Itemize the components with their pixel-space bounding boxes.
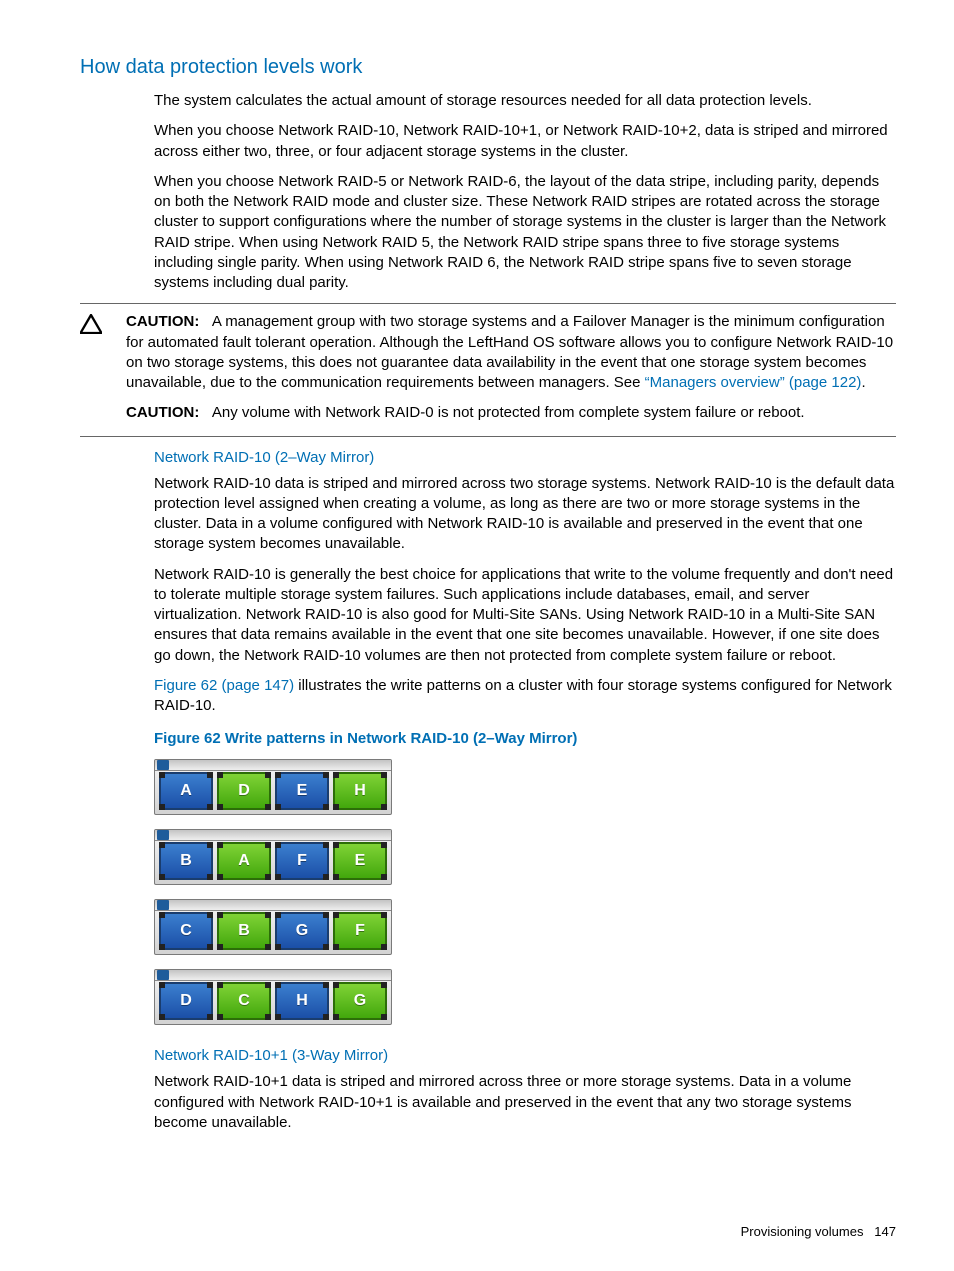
figure-caption: Figure 62 Write patterns in Network RAID…	[154, 730, 896, 747]
drive-bay: E	[275, 772, 329, 810]
drive-label: G	[296, 922, 308, 940]
paragraph: The system calculates the actual amount …	[154, 91, 896, 111]
paragraph: Network RAID-10+1 data is striped and mi…	[154, 1072, 896, 1133]
caution-paragraph: CAUTION: A management group with two sto…	[126, 312, 896, 393]
drive-label: H	[354, 782, 366, 800]
storage-system: BAFE	[154, 829, 392, 885]
drive-bay: B	[159, 842, 213, 880]
drive-bay: H	[333, 772, 387, 810]
drive-bay: A	[159, 772, 213, 810]
caution-paragraph: CAUTION: Any volume with Network RAID-0 …	[126, 403, 896, 423]
storage-system: DCHG	[154, 969, 392, 1025]
section-heading-main: How data protection levels work	[80, 56, 896, 79]
drive-label: D	[238, 782, 250, 800]
caution-link[interactable]: “Managers overview” (page 122)	[645, 374, 862, 391]
drive-bay: D	[159, 982, 213, 1020]
subsection-heading: Network RAID-10 (2–Way Mirror)	[154, 449, 896, 466]
figure-raid10-diagram: A D E H B A F E C B G F D C H G	[154, 759, 390, 1025]
paragraph: Network RAID-10 is generally the best ch…	[154, 565, 896, 666]
storage-system: ADEH	[154, 759, 392, 815]
caution-label: CAUTION:	[126, 313, 199, 330]
drive-label: E	[297, 782, 308, 800]
figure-link[interactable]: Figure 62 (page 147)	[154, 677, 294, 694]
caution-label: CAUTION:	[126, 404, 199, 421]
drive-bay: C	[217, 982, 271, 1020]
drive-bay: H	[275, 982, 329, 1020]
drive-bay: G	[333, 982, 387, 1020]
paragraph: When you choose Network RAID-10, Network…	[154, 121, 896, 162]
drive-bay: F	[333, 912, 387, 950]
paragraph: Network RAID-10 data is striped and mirr…	[154, 474, 896, 555]
caution-text: .	[861, 374, 865, 391]
page-footer: Provisioning volumes 147	[741, 1224, 896, 1239]
drive-label: B	[180, 852, 192, 870]
caution-text: Any volume with Network RAID-0 is not pr…	[212, 404, 805, 421]
drive-label: C	[180, 922, 192, 940]
drive-bay: F	[275, 842, 329, 880]
footer-section: Provisioning volumes	[741, 1224, 864, 1239]
subsection-heading: Network RAID-10+1 (3-Way Mirror)	[154, 1047, 896, 1064]
paragraph: When you choose Network RAID-5 or Networ…	[154, 172, 896, 294]
footer-page-number: 147	[874, 1224, 896, 1239]
drive-label: F	[297, 852, 307, 870]
storage-system: CBGF	[154, 899, 392, 955]
paragraph: Figure 62 (page 147) illustrates the wri…	[154, 676, 896, 717]
drive-label: D	[180, 992, 192, 1010]
drive-bay: D	[217, 772, 271, 810]
drive-label: G	[354, 992, 366, 1010]
drive-bay: B	[217, 912, 271, 950]
drive-label: A	[238, 852, 250, 870]
drive-bay: E	[333, 842, 387, 880]
caution-icon	[80, 312, 126, 338]
drive-label: E	[355, 852, 366, 870]
drive-bay: A	[217, 842, 271, 880]
drive-label: F	[355, 922, 365, 940]
drive-bay: G	[275, 912, 329, 950]
drive-label: H	[296, 992, 308, 1010]
drive-bay: C	[159, 912, 213, 950]
drive-label: B	[238, 922, 250, 940]
drive-label: A	[180, 782, 192, 800]
drive-label: C	[238, 992, 250, 1010]
